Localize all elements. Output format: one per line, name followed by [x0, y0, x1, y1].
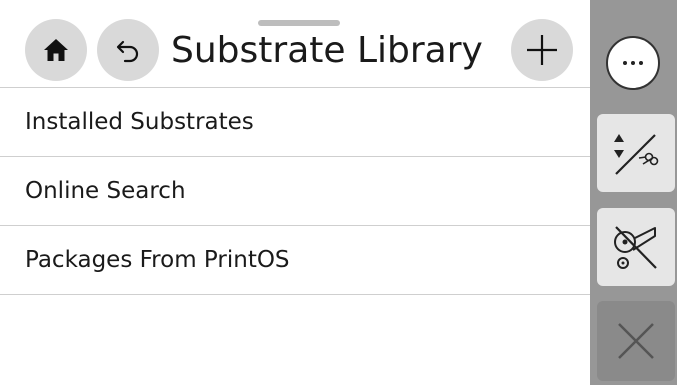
- list-item-label: Online Search: [25, 178, 186, 204]
- main-panel: Substrate Library Installed Substrates O…: [0, 0, 590, 385]
- form-feed-and-cut-icon: [614, 134, 659, 175]
- close-icon: [618, 323, 654, 359]
- home-icon: [44, 39, 68, 61]
- more-options-button[interactable]: [606, 36, 660, 90]
- form-feed-and-cut-button[interactable]: [597, 114, 675, 192]
- list-item-installed-substrates[interactable]: Installed Substrates: [0, 88, 590, 157]
- plus-icon: [527, 35, 557, 65]
- list-item-label: Installed Substrates: [25, 109, 254, 135]
- unload-roll-button[interactable]: [597, 208, 675, 286]
- back-arrow-icon: [116, 40, 139, 63]
- more-options-icon: [623, 61, 643, 65]
- unload-roll-icon: [614, 226, 657, 269]
- list-item-packages-from-printos[interactable]: Packages From PrintOS: [0, 226, 590, 295]
- list-item-online-search[interactable]: Online Search: [0, 157, 590, 226]
- page-title: Substrate Library: [171, 30, 483, 71]
- close-button[interactable]: [597, 301, 675, 381]
- back-button[interactable]: [97, 19, 159, 81]
- header-bar: Substrate Library: [0, 0, 590, 88]
- home-button[interactable]: [25, 19, 87, 81]
- list-item-label: Packages From PrintOS: [25, 247, 290, 273]
- substrate-menu-list: Installed Substrates Online Search Packa…: [0, 88, 590, 295]
- add-substrate-button[interactable]: [511, 19, 573, 81]
